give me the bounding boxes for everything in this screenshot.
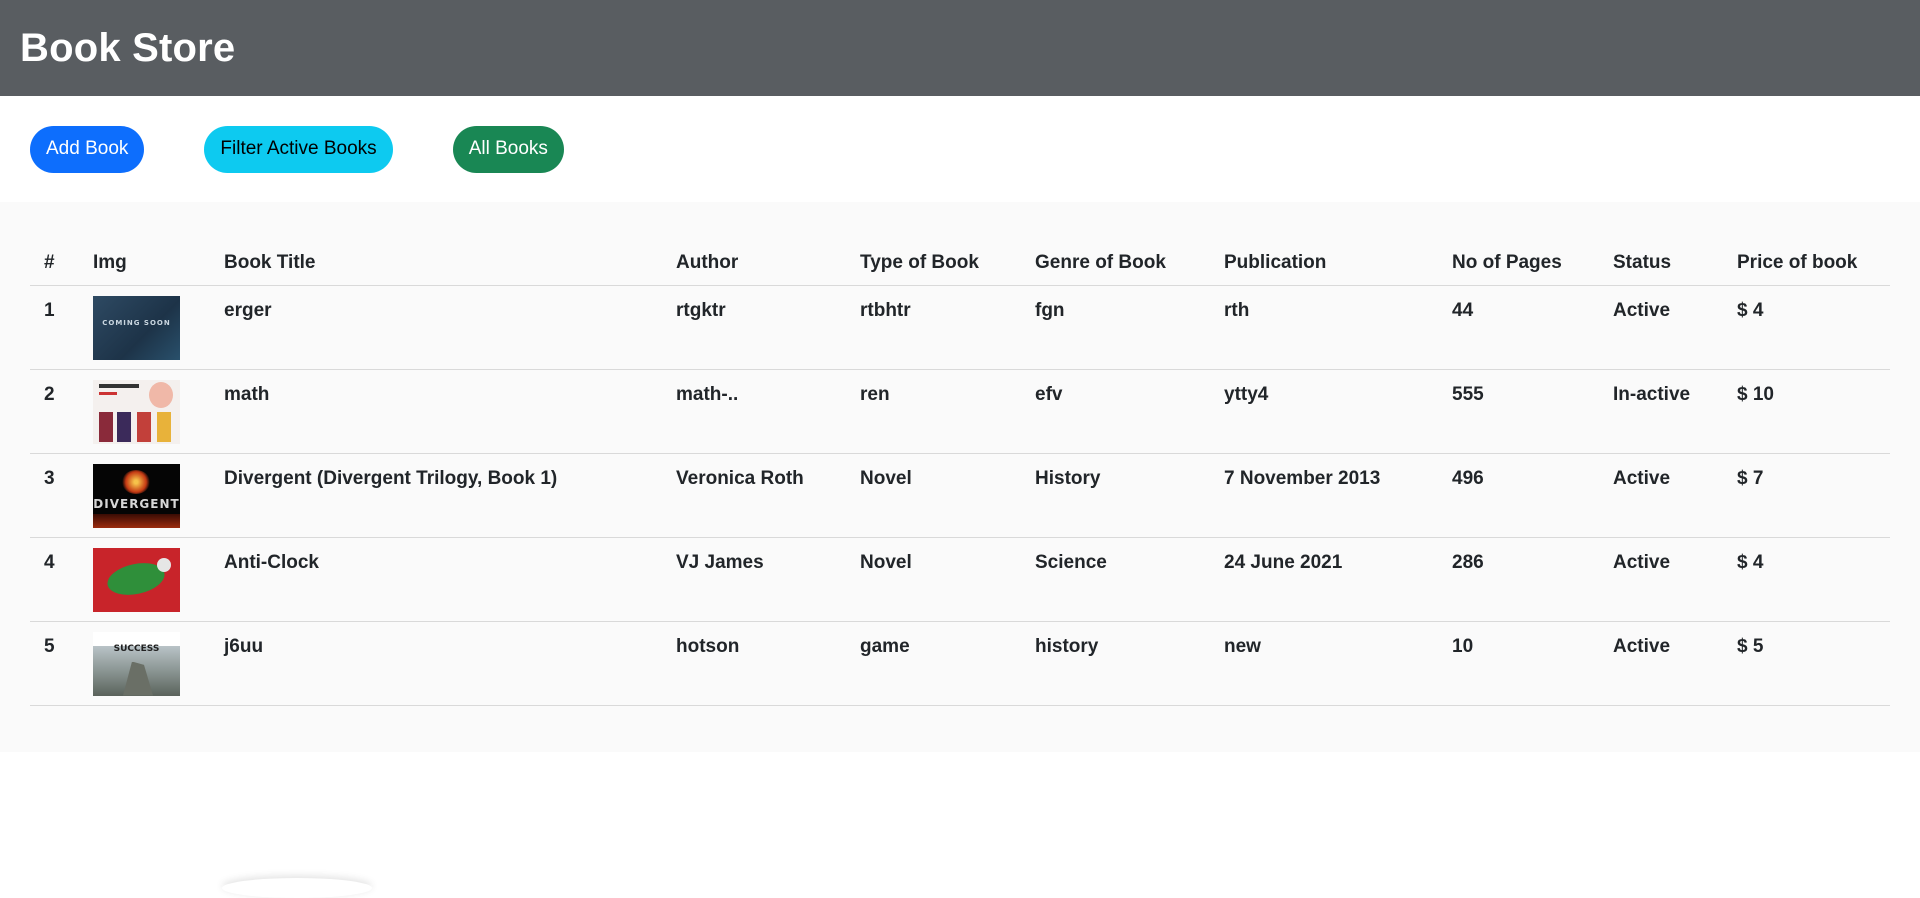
row-title: j6uu	[210, 621, 662, 706]
row-publication: 24 June 2021	[1210, 537, 1438, 622]
table-header-row: # Img Book Title Author Type of Book Gen…	[30, 242, 1890, 286]
row-genre: History	[1021, 453, 1210, 538]
all-books-button[interactable]: All Books	[452, 125, 564, 173]
row-number: 3	[30, 453, 79, 538]
row-title: Anti-Clock	[210, 537, 662, 622]
row-pages: 10	[1438, 621, 1599, 706]
row-number: 5	[30, 621, 79, 706]
row-genre: history	[1021, 621, 1210, 706]
row-pages: 496	[1438, 453, 1599, 538]
table-row: 5 SUCCESS j6uu hotson game history new 1…	[30, 621, 1890, 706]
book-cover-image	[93, 379, 180, 444]
header-genre: Genre of Book	[1021, 242, 1210, 286]
row-image: SUCCESS	[79, 621, 210, 706]
row-price: $ 4	[1723, 285, 1890, 370]
row-price: $ 5	[1723, 621, 1890, 706]
row-type: game	[846, 621, 1021, 706]
floating-shadow	[222, 878, 372, 898]
book-cover-image	[93, 547, 180, 612]
row-type: ren	[846, 369, 1021, 454]
book-cover-image: COMING SOON	[93, 295, 180, 360]
row-number: 4	[30, 537, 79, 622]
row-status: In-active	[1599, 369, 1723, 454]
row-publication: 7 November 2013	[1210, 453, 1438, 538]
row-status: Active	[1599, 621, 1723, 706]
row-publication: rth	[1210, 285, 1438, 370]
row-genre: efv	[1021, 369, 1210, 454]
header-author: Author	[662, 242, 846, 286]
books-table-container: # Img Book Title Author Type of Book Gen…	[0, 202, 1920, 752]
row-status: Active	[1599, 453, 1723, 538]
book-cover-image: DIVERGENT	[93, 463, 180, 528]
header-price: Price of book	[1723, 242, 1890, 286]
row-publication: new	[1210, 621, 1438, 706]
row-type: Novel	[846, 537, 1021, 622]
row-price: $ 4	[1723, 537, 1890, 622]
row-type: Novel	[846, 453, 1021, 538]
row-number: 2	[30, 369, 79, 454]
row-title: math	[210, 369, 662, 454]
row-pages: 555	[1438, 369, 1599, 454]
row-image: DIVERGENT	[79, 453, 210, 538]
toolbar: Add Book Filter Active Books All Books	[0, 96, 1920, 202]
row-author: hotson	[662, 621, 846, 706]
table-row: 3 DIVERGENT Divergent (Divergent Trilogy…	[30, 453, 1890, 538]
row-price: $ 7	[1723, 453, 1890, 538]
row-pages: 44	[1438, 285, 1599, 370]
header-number: #	[30, 242, 79, 286]
header-publication: Publication	[1210, 242, 1438, 286]
header-type: Type of Book	[846, 242, 1021, 286]
row-title: Divergent (Divergent Trilogy, Book 1)	[210, 453, 662, 538]
app-title[interactable]: Book Store	[20, 26, 235, 71]
row-type: rtbhtr	[846, 285, 1021, 370]
book-cover-image: SUCCESS	[93, 631, 180, 696]
add-book-button[interactable]: Add Book	[30, 125, 145, 173]
header-pages: No of Pages	[1438, 242, 1599, 286]
row-genre: fgn	[1021, 285, 1210, 370]
row-image	[79, 537, 210, 622]
table-row: 1 COMING SOON erger rtgktr rtbhtr fgn rt…	[30, 285, 1890, 370]
row-author: Veronica Roth	[662, 453, 846, 538]
row-publication: ytty4	[1210, 369, 1438, 454]
table-row: 4 Anti-Clock VJ James Novel Science 24 J…	[30, 537, 1890, 622]
row-price: $ 10	[1723, 369, 1890, 454]
row-pages: 286	[1438, 537, 1599, 622]
row-author: VJ James	[662, 537, 846, 622]
row-status: Active	[1599, 537, 1723, 622]
header-book-title: Book Title	[210, 242, 662, 286]
table-row: 2 math math-.. ren efv ytty4 555 In-acti…	[30, 369, 1890, 454]
row-image: COMING SOON	[79, 285, 210, 370]
navbar: Book Store	[0, 0, 1920, 96]
row-genre: Science	[1021, 537, 1210, 622]
row-number: 1	[30, 285, 79, 370]
books-table: # Img Book Title Author Type of Book Gen…	[30, 242, 1890, 706]
header-status: Status	[1599, 242, 1723, 286]
filter-active-books-button[interactable]: Filter Active Books	[204, 125, 393, 173]
header-img: Img	[79, 242, 210, 286]
row-author: math-..	[662, 369, 846, 454]
row-status: Active	[1599, 285, 1723, 370]
row-title: erger	[210, 285, 662, 370]
row-image	[79, 369, 210, 454]
row-author: rtgktr	[662, 285, 846, 370]
